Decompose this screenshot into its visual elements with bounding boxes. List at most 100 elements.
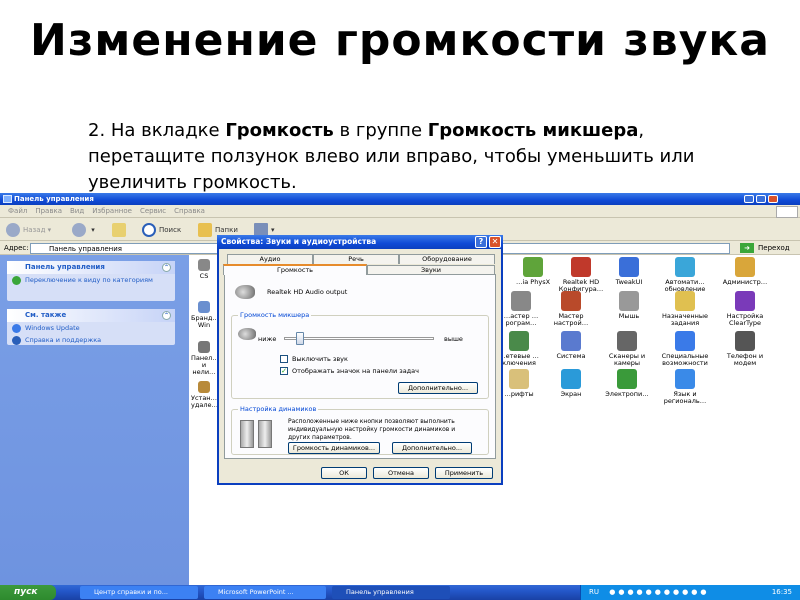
menu-view[interactable]: Вид <box>70 205 84 218</box>
back-label: Назад <box>23 226 46 234</box>
minimize-button[interactable] <box>744 195 754 203</box>
item-icon <box>561 291 581 311</box>
tray-icons[interactable]: ●●●●●●●●●●● <box>609 588 709 596</box>
volume-slider[interactable] <box>284 332 434 345</box>
control-panel-item[interactable]: Устан… удале… <box>191 381 218 409</box>
control-panel-item[interactable]: Электропи… <box>597 369 657 398</box>
show-icon-checkbox[interactable]: ✓ <box>280 367 288 375</box>
go-label[interactable]: Переход <box>758 241 790 255</box>
control-panel-item[interactable]: Панел… и нели… <box>191 341 219 376</box>
item-icon <box>675 291 695 311</box>
speaker-volume-button[interactable]: Громкость динамиков... <box>288 442 380 454</box>
item-icon <box>735 331 755 351</box>
control-panel-item[interactable]: Автомати… обновление <box>655 257 715 293</box>
item-icon <box>617 331 637 351</box>
item-label: Система <box>556 352 586 360</box>
menu-tools[interactable]: Сервис <box>140 205 166 218</box>
go-arrow-icon[interactable]: ➜ <box>740 243 754 253</box>
item-icon <box>675 331 695 351</box>
speaker-right-icon <box>258 420 272 448</box>
tab-volume[interactable]: Громкость <box>223 264 367 275</box>
item-label: Телефон и модем <box>726 352 764 367</box>
task-box-header[interactable]: Панель управления ⌃ <box>7 261 175 274</box>
task-label: Microsoft PowerPoint ... <box>218 588 294 596</box>
forward-arrow-icon <box>72 223 86 237</box>
item-icon <box>675 257 695 277</box>
help-button[interactable]: ? <box>475 236 487 248</box>
control-panel-item[interactable]: Специальные возможности <box>655 331 715 367</box>
language-indicator[interactable]: RU <box>589 588 599 596</box>
search-icon <box>142 223 156 237</box>
close-button[interactable] <box>768 195 778 203</box>
item-label: Электропи… <box>605 390 649 398</box>
windows-update-link[interactable]: Windows Update <box>7 322 175 334</box>
windows-update-icon <box>12 324 21 333</box>
item-icon <box>561 369 581 389</box>
item-label: …рифты <box>504 390 534 398</box>
control-panel-item[interactable]: Экран <box>541 369 601 398</box>
back-button[interactable]: Назад ▾ <box>6 219 51 241</box>
window-title: Панель управления <box>14 195 94 203</box>
task-box-header[interactable]: См. также ⌃ <box>7 309 175 322</box>
volume-tab-panel: Realtek HD Audio output Громкость микшер… <box>224 274 496 459</box>
task-box-title: Панель управления <box>25 263 105 271</box>
control-panel-item[interactable]: Телефон и модем <box>715 331 775 367</box>
task-box-see-also: См. также ⌃ Windows Update Справка и подд… <box>7 309 175 345</box>
control-panel-item[interactable]: Назначенные задания <box>655 291 715 327</box>
speaker-icon <box>238 328 256 340</box>
dialog-titlebar[interactable]: Свойства: Звуки и аудиоустройства ? ✕ <box>217 235 503 249</box>
help-support-link[interactable]: Справка и поддержка <box>7 334 175 346</box>
tab-speech[interactable]: Речь <box>313 254 399 264</box>
apply-button[interactable]: Применить <box>435 467 493 479</box>
help-icon <box>12 336 21 345</box>
search-button[interactable]: Поиск <box>142 219 181 241</box>
control-panel-item[interactable]: Сканеры и камеры <box>597 331 657 367</box>
tab-hardware[interactable]: Оборудование <box>399 254 495 264</box>
cancel-button[interactable]: Отмена <box>373 467 429 479</box>
control-panel-item[interactable]: Настройка ClearType <box>715 291 775 327</box>
start-button[interactable]: пуск <box>0 585 56 600</box>
item-icon <box>198 341 210 353</box>
switch-category-link[interactable]: Переключение к виду по категориям <box>7 274 175 286</box>
maximize-button[interactable] <box>756 195 766 203</box>
tab-audio[interactable]: Аудио <box>227 254 313 264</box>
taskbar-task-powerpoint[interactable]: Microsoft PowerPoint ... <box>204 586 326 599</box>
step-bold-1: Громкость <box>225 120 334 141</box>
forward-button[interactable]: ▾ <box>72 219 95 241</box>
control-panel-item[interactable]: Администр… <box>715 257 775 286</box>
item-icon <box>511 291 531 311</box>
menu-file[interactable]: Файл <box>8 205 27 218</box>
menu-bar: Файл Правка Вид Избранное Сервис Справка <box>0 205 800 218</box>
taskbar-task-help[interactable]: Центр справки и по... <box>80 586 198 599</box>
control-panel-item[interactable]: Система <box>541 331 601 360</box>
advanced-button[interactable]: Дополнительно... <box>398 382 478 394</box>
dialog-close-button[interactable]: ✕ <box>489 236 501 248</box>
speaker-advanced-button[interactable]: Дополнительно... <box>392 442 472 454</box>
item-label: …етевые …ключения <box>499 352 539 367</box>
dialog-title: Свойства: Звуки и аудиоустройства <box>221 237 377 246</box>
control-panel-item[interactable]: Мастер настрой… <box>541 291 601 327</box>
taskbar-task-control-panel[interactable]: Панель управления <box>332 586 450 599</box>
menu-edit[interactable]: Правка <box>35 205 62 218</box>
control-panel-item[interactable]: Язык и региональ… <box>655 369 715 405</box>
control-panel-item[interactable]: CS <box>191 259 217 280</box>
slide-instruction: 2. На вкладке Громкость в группе Громкос… <box>88 118 738 196</box>
chevron-up-icon[interactable]: ⌃ <box>162 311 171 320</box>
mute-checkbox[interactable] <box>280 355 288 363</box>
step-text-2: в группе <box>333 120 428 141</box>
ok-button[interactable]: ОК <box>321 467 367 479</box>
up-button[interactable] <box>112 219 129 241</box>
control-panel-item[interactable]: Бранд… Win <box>191 301 219 329</box>
control-panel-item[interactable]: Мышь <box>599 291 659 320</box>
task-box-title: См. также <box>25 311 67 319</box>
item-icon <box>509 369 529 389</box>
item-icon <box>198 259 210 271</box>
volume-slider-thumb[interactable] <box>296 332 304 345</box>
menu-help[interactable]: Справка <box>174 205 205 218</box>
chevron-up-icon[interactable]: ⌃ <box>162 263 171 272</box>
device-name: Realtek HD Audio output <box>267 288 348 296</box>
window-titlebar[interactable]: Панель управления <box>0 193 800 205</box>
menu-favorites[interactable]: Избранное <box>92 205 132 218</box>
control-panel-item[interactable]: TweakUI <box>599 257 659 286</box>
item-label: Экран <box>560 390 582 398</box>
